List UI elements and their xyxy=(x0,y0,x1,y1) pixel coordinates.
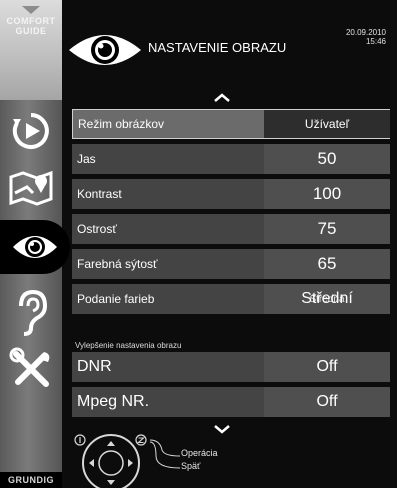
ear-icon xyxy=(19,289,48,336)
menu-row-value: 100 xyxy=(264,179,390,209)
scroll-up-icon[interactable] xyxy=(214,92,230,102)
menu-row-label: DNR xyxy=(77,358,112,375)
menu-row-color-tone[interactable]: Podanie farieb Střední Stredná xyxy=(72,284,390,314)
hint-back-label: Späť xyxy=(181,461,201,471)
menu-row-label: Jas xyxy=(77,152,96,166)
menu-row-saturation[interactable]: Farebná sýtosť 65 xyxy=(72,249,390,279)
menu-row-label: Režim obrázkov xyxy=(78,117,165,131)
sidebar-item-map[interactable] xyxy=(0,160,62,214)
menu-row-dnr[interactable]: DNR Off xyxy=(72,352,390,382)
menu-row-mpeg-nr[interactable]: Mpeg NR. Off xyxy=(72,387,390,417)
menu-row-value: Off xyxy=(264,387,390,417)
map-icon xyxy=(9,170,53,206)
sidebar-item-picture[interactable] xyxy=(0,220,70,274)
sidebar-item-settings[interactable] xyxy=(0,342,62,396)
menu-row-value: Užívateľ xyxy=(264,110,390,138)
sidebar-item-play[interactable] xyxy=(0,104,62,158)
menu-row-contrast[interactable]: Kontrast 100 xyxy=(72,179,390,209)
play-icon xyxy=(12,113,49,149)
navigation-pad-icon xyxy=(74,434,147,488)
sidebar-item-sound[interactable] xyxy=(0,285,62,339)
menu-row-label: Ostrosť xyxy=(77,222,117,236)
caret-down-icon xyxy=(22,6,40,14)
comfort-guide-sidebar: COMFORT GUIDE GRUNDIG xyxy=(0,0,70,488)
menu-row-value: Střední Stredná xyxy=(264,284,390,314)
menu-row-value-overlay: Stredná xyxy=(309,294,345,305)
picture-eye-icon xyxy=(69,35,141,65)
menu-row-picture-mode[interactable]: Režim obrázkov Užívateľ xyxy=(72,109,390,139)
hint-connector-lines xyxy=(150,439,180,469)
menu-row-value: 75 xyxy=(264,214,390,244)
tv-menu-screen: COMFORT GUIDE GRUNDIG NASTAVENIE OBRAZU … xyxy=(0,0,397,488)
menu-row-brightness[interactable]: Jas 50 xyxy=(72,144,390,174)
brand-logo: GRUNDIG xyxy=(0,472,62,488)
menu-row-value: Off xyxy=(264,352,390,382)
page-title: NASTAVENIE OBRAZU xyxy=(148,40,287,55)
date-readout: 20.09.2010 xyxy=(345,28,386,37)
guide-label-line1: COMFORT xyxy=(6,16,56,26)
menu-row-label: Kontrast xyxy=(77,187,122,201)
time-readout: 15:46 xyxy=(365,37,386,46)
menu-row-value: 65 xyxy=(264,249,390,279)
menu-row-label: Mpeg NR. xyxy=(77,393,150,410)
guide-label-line2: GUIDE xyxy=(15,26,47,36)
section-title: Vylepšenie nastavenia obrazu xyxy=(75,341,182,350)
tools-icon xyxy=(9,347,50,387)
hint-ok-label: Operácia xyxy=(181,448,218,458)
eye-icon xyxy=(13,236,57,258)
menu-row-sharpness[interactable]: Ostrosť 75 xyxy=(72,214,390,244)
menu-row-value: 50 xyxy=(264,144,390,174)
comfort-guide-header[interactable]: COMFORT GUIDE xyxy=(0,0,62,100)
scroll-down-icon[interactable] xyxy=(214,424,230,434)
menu-row-label: Podanie farieb xyxy=(77,292,155,306)
menu-row-label: Farebná sýtosť xyxy=(77,257,158,271)
